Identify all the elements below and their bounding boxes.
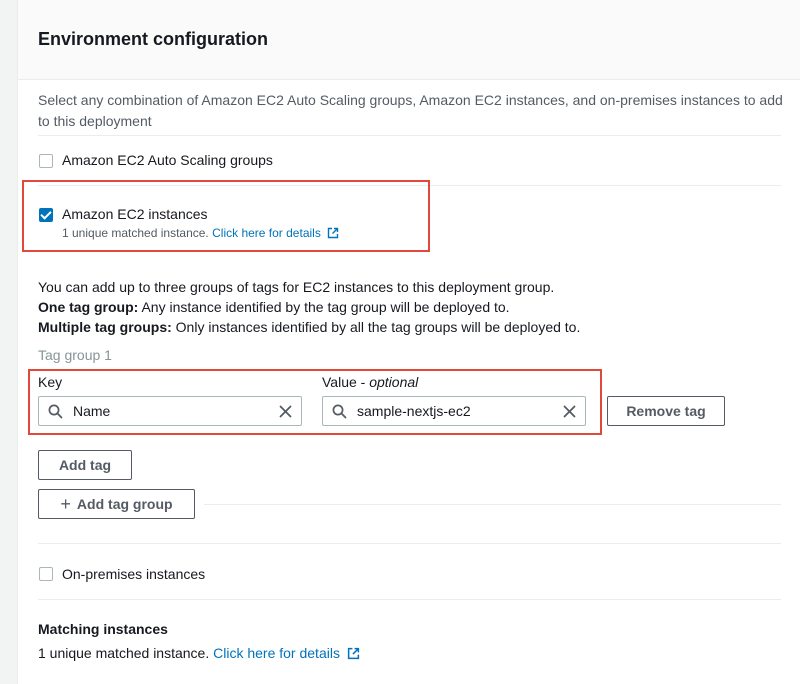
asg-label[interactable]: Amazon EC2 Auto Scaling groups xyxy=(62,152,273,168)
matching-text: 1 unique matched instance. xyxy=(38,645,210,661)
divider xyxy=(38,135,781,136)
asg-checkbox[interactable] xyxy=(39,154,53,168)
environment-configuration-panel: Environment configuration Select any com… xyxy=(17,0,800,684)
search-icon xyxy=(332,404,347,419)
key-input[interactable]: Name xyxy=(38,396,302,426)
matching-instances-title: Matching instances xyxy=(38,621,168,637)
divider xyxy=(38,543,781,544)
ec2-label[interactable]: Amazon EC2 instances xyxy=(62,206,208,222)
ec2-checkbox[interactable] xyxy=(39,208,53,222)
ec2-details-link[interactable]: Click here for details xyxy=(212,226,321,240)
add-tag-group-button[interactable]: + Add tag group xyxy=(38,489,195,519)
tags-info-line1: You can add up to three groups of tags f… xyxy=(38,279,555,295)
tag-group-label: Tag group 1 xyxy=(38,347,112,363)
key-value: Name xyxy=(73,403,111,419)
onprem-label[interactable]: On-premises instances xyxy=(62,566,205,582)
external-link-icon[interactable] xyxy=(327,227,339,239)
matching-details-link[interactable]: Click here for details xyxy=(213,645,340,661)
tags-info-line2-rest: Any instance identified by the tag group… xyxy=(138,299,510,315)
value-value: sample-nextjs-ec2 xyxy=(357,403,471,419)
clear-icon[interactable] xyxy=(563,405,576,418)
tags-info-line2: One tag group: Any instance identified b… xyxy=(38,297,580,317)
divider xyxy=(204,504,781,505)
tags-info-line2-bold: One tag group: xyxy=(38,299,139,315)
value-label-text: Value - xyxy=(322,374,370,390)
clear-icon[interactable] xyxy=(279,405,292,418)
tags-info-line3-rest: Only instances identified by all the tag… xyxy=(171,319,581,335)
value-input[interactable]: sample-nextjs-ec2 xyxy=(322,396,586,426)
search-icon xyxy=(48,404,63,419)
tags-info: You can add up to three groups of tags f… xyxy=(38,277,580,337)
tags-info-line3-bold: Multiple tag groups: xyxy=(38,319,172,335)
panel-header: Environment configuration xyxy=(18,0,800,80)
tags-info-line3: Multiple tag groups: Only instances iden… xyxy=(38,317,580,337)
section-description: Select any combination of Amazon EC2 Aut… xyxy=(38,92,783,129)
section-title: Environment configuration xyxy=(38,29,269,49)
plus-icon: + xyxy=(60,494,71,514)
value-label-optional: optional xyxy=(369,374,419,390)
matching-instances-info: 1 unique matched instance. Click here fo… xyxy=(38,645,360,661)
add-tag-button[interactable]: Add tag xyxy=(38,450,132,480)
add-tag-group-label: Add tag group xyxy=(76,496,173,512)
onprem-checkbox[interactable] xyxy=(39,567,53,581)
ec2-matched-text: 1 unique matched instance. xyxy=(62,226,209,240)
divider xyxy=(38,599,781,600)
remove-tag-button[interactable]: Remove tag xyxy=(607,396,725,426)
external-link-icon[interactable] xyxy=(347,647,360,660)
value-label: Value - optional xyxy=(322,374,418,390)
ec2-matched-info: 1 unique matched instance. Click here fo… xyxy=(62,226,339,240)
key-label: Key xyxy=(38,374,63,390)
